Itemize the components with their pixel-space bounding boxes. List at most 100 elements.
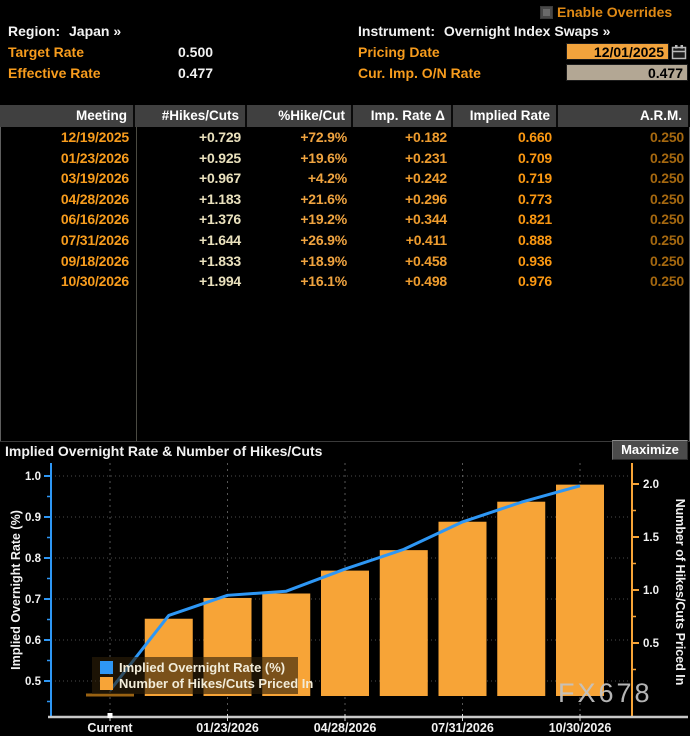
cell: +0.344 [353, 209, 453, 230]
legend-swatch-bar [100, 677, 113, 690]
table-row[interactable]: 01/23/2026+0.925+19.6%+0.2310.7090.250 [0, 148, 690, 169]
cell: 0.719 [453, 168, 558, 189]
legend-swatch-line [100, 661, 113, 674]
enable-overrides-label: Enable Overrides [557, 4, 672, 20]
cell: 0.250 [558, 168, 690, 189]
region-label: Region: [8, 23, 60, 39]
svg-text:0.5: 0.5 [25, 676, 42, 688]
instrument-row: Instrument: Overnight Index Swaps » [358, 23, 610, 39]
cur-imp-rate-input[interactable]: 0.477 [566, 64, 688, 81]
cell: 09/18/2026 [0, 251, 135, 272]
cell: 0.976 [453, 271, 558, 292]
cell: 0.936 [453, 251, 558, 272]
pricing-date-input[interactable]: 12/01/2025 [566, 43, 669, 60]
maximize-button[interactable]: Maximize [612, 440, 688, 460]
cell: 07/31/2026 [0, 230, 135, 251]
svg-text:0.7: 0.7 [25, 594, 41, 606]
hikes-bar [145, 619, 193, 696]
svg-text:0.5: 0.5 [643, 638, 660, 650]
cell: 06/16/2026 [0, 209, 135, 230]
svg-text:01/23/2026: 01/23/2026 [196, 721, 259, 735]
svg-text:0.6: 0.6 [25, 635, 41, 647]
svg-text:Number of Hikes/Cuts Priced In: Number of Hikes/Cuts Priced In [119, 676, 313, 691]
cell: 0.660 [453, 127, 558, 148]
cell: 12/19/2025 [0, 127, 135, 148]
enable-overrides-checkbox[interactable] [540, 6, 553, 19]
current-marker [108, 713, 113, 718]
cell: +1.833 [135, 251, 247, 272]
column-header-0: Meeting [0, 105, 135, 127]
svg-text:0.9: 0.9 [25, 512, 41, 524]
cell: +19.6% [247, 148, 353, 169]
cell: +4.2% [247, 168, 353, 189]
svg-text:1.0: 1.0 [643, 585, 659, 597]
cell: 0.250 [558, 148, 690, 169]
cell: +1.376 [135, 209, 247, 230]
cell: 03/19/2026 [0, 168, 135, 189]
column-header-2: %Hike/Cut [247, 105, 353, 127]
svg-text:07/31/2026: 07/31/2026 [431, 721, 494, 735]
cell: +1.994 [135, 271, 247, 292]
target-rate-label: Target Rate [8, 44, 84, 60]
pricing-date-label: Pricing Date [358, 44, 440, 60]
svg-text:10/30/2026: 10/30/2026 [549, 721, 612, 735]
table-row[interactable]: 03/19/2026+0.967+4.2%+0.2420.7190.250 [0, 168, 690, 189]
hikes-bar [321, 571, 369, 696]
table-row[interactable]: 09/18/2026+1.833+18.9%+0.4580.9360.250 [0, 251, 690, 272]
cell: 0.250 [558, 127, 690, 148]
cell: +0.729 [135, 127, 247, 148]
cell: +19.2% [247, 209, 353, 230]
svg-text:Implied Overnight Rate (%): Implied Overnight Rate (%) [119, 660, 285, 675]
cell: +16.1% [247, 271, 353, 292]
cell: +0.242 [353, 168, 453, 189]
svg-text:04/28/2026: 04/28/2026 [314, 721, 377, 735]
cell: 0.709 [453, 148, 558, 169]
column-header-3: Imp. Rate Δ [353, 105, 453, 127]
cell: +0.925 [135, 148, 247, 169]
cur-imp-rate-label: Cur. Imp. O/N Rate [358, 65, 481, 81]
cell: +0.411 [353, 230, 453, 251]
hikes-bar [556, 485, 604, 696]
table-row[interactable]: 10/30/2026+1.994+16.1%+0.4980.9760.250 [0, 271, 690, 292]
instrument-label: Instrument: [358, 23, 435, 39]
column-header-4: Implied Rate [453, 105, 558, 127]
cell: 0.250 [558, 271, 690, 292]
left-axis-title: Implied Overnight Rate (%) [9, 510, 23, 670]
effective-rate-label: Effective Rate [8, 65, 101, 81]
hikes-bar [439, 522, 487, 696]
table-row[interactable]: 12/19/2025+0.729+72.9%+0.1820.6600.250 [0, 127, 690, 148]
cell: +1.183 [135, 189, 247, 210]
hikes-bar [497, 502, 545, 696]
cell: 0.250 [558, 189, 690, 210]
hikes-bar [204, 598, 252, 696]
cell: 0.250 [558, 251, 690, 272]
right-axis-title: Number of Hikes/Cuts Priced In [673, 499, 687, 686]
cell: +0.967 [135, 168, 247, 189]
cell: +26.9% [247, 230, 353, 251]
cell: 0.773 [453, 189, 558, 210]
svg-text:1.5: 1.5 [643, 532, 660, 544]
instrument-selector[interactable]: Overnight Index Swaps » [444, 23, 611, 39]
svg-text:0.8: 0.8 [25, 553, 42, 565]
table-row[interactable]: 04/28/2026+1.183+21.6%+0.2960.7730.250 [0, 189, 690, 210]
watermark: FX678 [558, 678, 678, 709]
cell: +0.296 [353, 189, 453, 210]
table-row[interactable]: 07/31/2026+1.644+26.9%+0.4110.8880.250 [0, 230, 690, 251]
region-row: Region: Japan » [8, 23, 121, 39]
cell: 01/23/2026 [0, 148, 135, 169]
cell: +72.9% [247, 127, 353, 148]
cell: 0.888 [453, 230, 558, 251]
chart-title: Implied Overnight Rate & Number of Hikes… [5, 443, 322, 459]
cell: 0.250 [558, 209, 690, 230]
cell: +0.458 [353, 251, 453, 272]
cell: +0.498 [353, 271, 453, 292]
column-header-5: A.R.M. [558, 105, 690, 127]
svg-text:1.0: 1.0 [25, 471, 41, 483]
cell: +18.9% [247, 251, 353, 272]
calendar-icon[interactable] [671, 44, 687, 60]
cell: 0.821 [453, 209, 558, 230]
meetings-table-header: Meeting#Hikes/Cuts%Hike/CutImp. Rate ΔIm… [0, 105, 690, 127]
table-row[interactable]: 06/16/2026+1.376+19.2%+0.3440.8210.250 [0, 209, 690, 230]
region-selector[interactable]: Japan » [69, 23, 121, 39]
target-rate-value: 0.500 [178, 44, 213, 60]
